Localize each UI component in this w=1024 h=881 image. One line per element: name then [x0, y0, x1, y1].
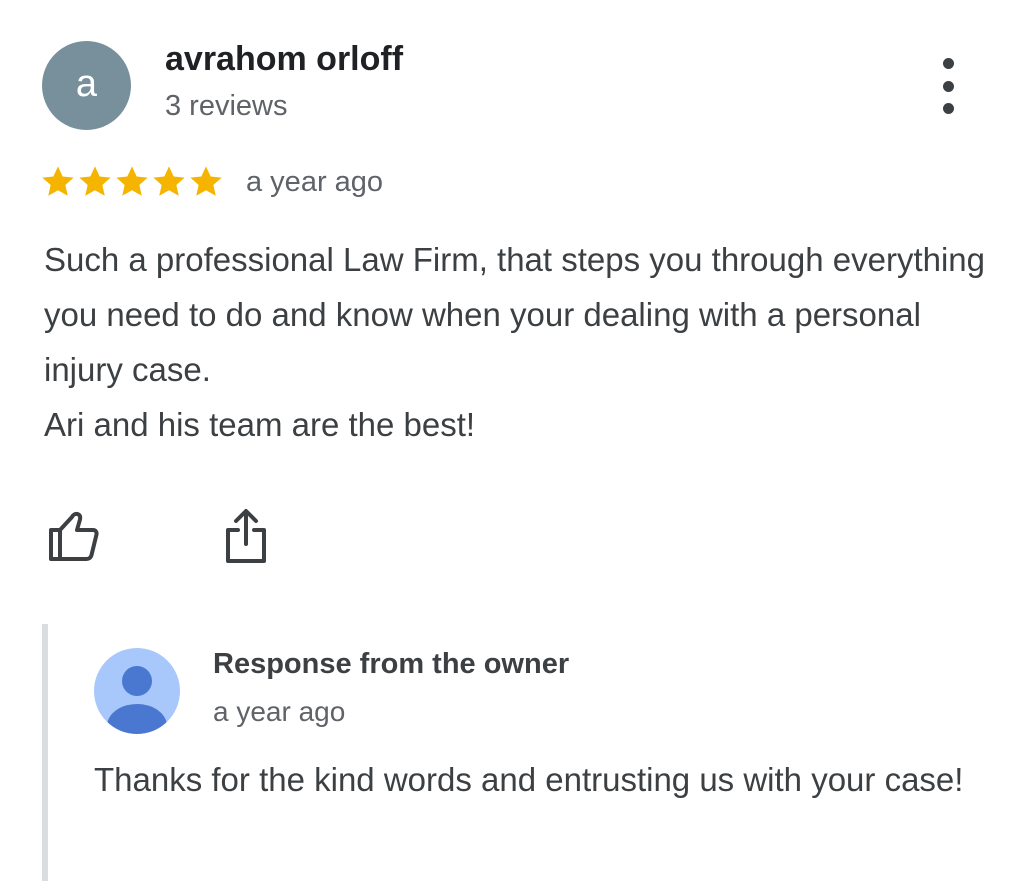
- person-icon: [107, 666, 167, 734]
- author-avatar[interactable]: a: [42, 41, 131, 130]
- more-vertical-icon-dot: [942, 80, 954, 92]
- share-icon[interactable]: [222, 508, 270, 564]
- star-icon: [42, 166, 74, 196]
- review-text: Such a professional Law Firm, that steps…: [44, 232, 1004, 452]
- owner-response-text: Thanks for the kind words and entrusting…: [94, 761, 964, 798]
- review-paragraph: Ari and his team are the best!: [44, 406, 476, 443]
- owner-response-divider: [42, 624, 48, 881]
- review-paragraph: Such a professional Law Firm, that steps…: [44, 241, 985, 388]
- owner-response-title: Response from the owner: [213, 648, 570, 680]
- thumbs-up-outline-icon[interactable]: [46, 508, 100, 562]
- author-name[interactable]: avrahom orloff: [165, 40, 403, 79]
- star-rating: [40, 164, 224, 200]
- star-icon: [79, 166, 111, 196]
- more-vertical-icon: [942, 58, 954, 69]
- more-options-button[interactable]: [928, 58, 968, 114]
- author-review-count[interactable]: 3 reviews: [165, 90, 288, 123]
- star-icon: [190, 166, 222, 196]
- review-date: a year ago: [246, 165, 384, 198]
- owner-response-date: a year ago: [213, 696, 346, 727]
- star-icon: [116, 166, 148, 196]
- star-icon: [153, 166, 185, 196]
- owner-avatar: [94, 648, 180, 734]
- author-initial: a: [75, 62, 98, 105]
- more-vertical-icon-dot: [942, 103, 954, 114]
- rating-row: a year ago: [40, 162, 383, 202]
